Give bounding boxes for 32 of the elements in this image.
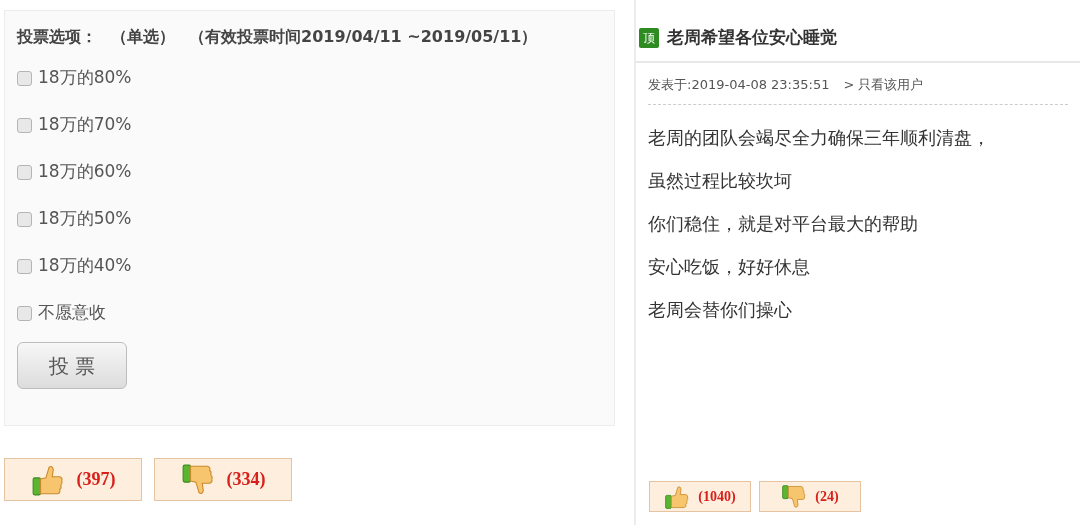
post-title: 老周希望各位安心睡觉	[667, 26, 837, 49]
checkbox[interactable]	[17, 258, 32, 274]
option-label: 18万的40%	[38, 254, 132, 278]
post-line: 虽然过程比较坎坷	[648, 169, 793, 193]
checkbox[interactable]	[17, 164, 32, 180]
option-label: 18万的80%	[38, 66, 132, 90]
poll-heading: （有效投票时间2019/04/11 ~2019/05/11）	[189, 26, 538, 48]
post-line: 你们稳住，就是对平台最大的帮助	[648, 212, 919, 236]
checkbox[interactable]	[17, 211, 32, 227]
post-line: 老周的团队会竭尽全力确保三年顺利清盘，	[648, 126, 991, 150]
only-this-user-link[interactable]: > 只看该用户	[843, 74, 924, 94]
like-button[interactable]: (397)	[4, 458, 142, 501]
like-button[interactable]: (1040)	[649, 481, 751, 512]
checkbox[interactable]	[17, 117, 32, 133]
thumbs-down-icon	[180, 462, 215, 497]
option-label: 不愿意收	[38, 301, 106, 325]
post-line: 老周会替你们操心	[648, 298, 793, 322]
post-timestamp: 发表于:2019-04-08 23:35:51	[648, 75, 830, 94]
vote-button[interactable]: 投 票	[17, 342, 127, 389]
poll-heading: 投票选项：	[17, 26, 97, 48]
thumbs-up-icon	[664, 483, 691, 510]
thumbs-down-icon	[781, 483, 808, 510]
post-line: 安心吃饭，好好休息	[648, 255, 811, 279]
option-label: 18万的70%	[38, 113, 132, 137]
checkbox[interactable]	[17, 305, 32, 321]
dislike-button[interactable]: (334)	[154, 458, 292, 501]
dislike-button[interactable]: (24)	[759, 481, 861, 512]
pinned-badge: 顶	[639, 27, 659, 48]
option-label: 18万的60%	[38, 160, 132, 184]
checkbox[interactable]	[17, 70, 32, 86]
poll-heading: （单选）	[111, 26, 175, 48]
option-label: 18万的50%	[38, 207, 132, 231]
